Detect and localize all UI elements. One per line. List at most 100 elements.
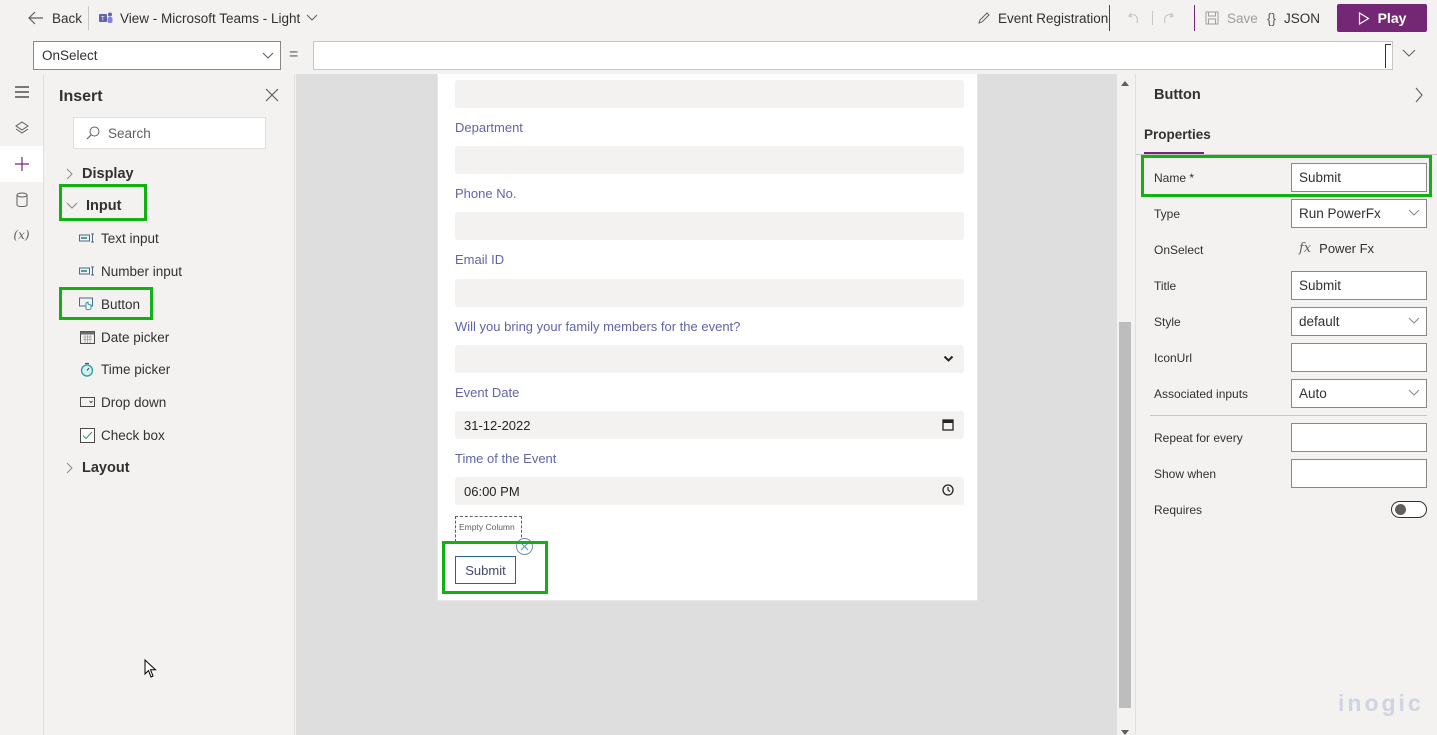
insert-time-picker[interactable]: Time picker xyxy=(79,358,170,380)
type-dropdown[interactable]: Run PowerFx xyxy=(1291,199,1427,228)
control-label: Time picker xyxy=(101,361,171,377)
play-button[interactable]: Play xyxy=(1337,4,1427,32)
dropdown-icon xyxy=(79,394,95,410)
canvas-scrollbar[interactable] xyxy=(1117,74,1135,735)
chevron-down-icon xyxy=(306,14,318,21)
redo-button[interactable] xyxy=(1161,0,1175,36)
iconurl-field[interactable] xyxy=(1291,343,1427,372)
control-label: Number input xyxy=(101,263,183,279)
mouse-cursor-icon xyxy=(144,659,157,678)
onselect-powerfx-link[interactable]: fx Power Fx xyxy=(1299,241,1374,256)
pencil-icon xyxy=(978,12,990,24)
field-value: Auto xyxy=(1299,386,1327,401)
form-field-name-input[interactable] xyxy=(455,80,964,108)
field-label-email: Email ID xyxy=(455,252,505,267)
tab-divider xyxy=(1136,154,1437,155)
field-value: Run PowerFx xyxy=(1299,206,1381,221)
insert-panel: Insert Search Display Input Text input N… xyxy=(44,74,295,735)
chevron-down-icon xyxy=(943,355,954,362)
prop-label-onselect: OnSelect xyxy=(1154,243,1204,257)
button-icon xyxy=(79,296,95,312)
teams-icon: T xyxy=(99,12,113,23)
field-value: 06:00 PM xyxy=(464,483,520,499)
field-value: Submit xyxy=(1299,170,1342,185)
category-input[interactable]: Input xyxy=(66,195,121,217)
department-input[interactable] xyxy=(455,146,964,174)
formula-input[interactable] xyxy=(313,41,1393,70)
app-name-button[interactable]: Event Registration xyxy=(977,0,1108,36)
insert-text-input[interactable]: Text input xyxy=(79,227,159,249)
hamburger-icon xyxy=(14,86,29,98)
category-label: Display xyxy=(82,166,134,182)
chevron-right-icon xyxy=(66,462,73,474)
insert-date-picker[interactable]: Date picker xyxy=(79,326,169,348)
field-value: 31-12-2022 xyxy=(464,417,531,433)
calendar-icon xyxy=(79,329,95,345)
property-dropdown[interactable]: OnSelect xyxy=(33,41,281,70)
close-icon[interactable] xyxy=(265,88,279,102)
control-label: Check box xyxy=(101,427,165,443)
chevron-right-icon xyxy=(66,168,73,180)
event-time-input[interactable]: 06:00 PM xyxy=(455,477,964,505)
chevron-down-icon xyxy=(262,52,274,59)
formula-resize-handle[interactable] xyxy=(1385,44,1391,68)
rail-menu-button[interactable] xyxy=(0,74,43,110)
scroll-down-arrow[interactable] xyxy=(1121,730,1129,735)
prop-label-associated-inputs: Associated inputs xyxy=(1154,387,1249,401)
email-input[interactable] xyxy=(455,279,964,307)
tab-properties[interactable]: Properties xyxy=(1144,127,1211,142)
rail-tree-view-button[interactable] xyxy=(0,110,43,146)
delete-element-button[interactable] xyxy=(516,538,533,555)
field-value: default xyxy=(1299,314,1340,329)
prop-label-show-when: Show when xyxy=(1154,467,1217,481)
control-label: Button xyxy=(101,296,141,312)
rail-data-button[interactable] xyxy=(0,182,43,218)
properties-panel: Button Properties Name * Submit Type Run… xyxy=(1135,74,1437,735)
show-when-field[interactable] xyxy=(1291,459,1427,488)
control-label: Text input xyxy=(101,230,159,246)
family-members-select[interactable] xyxy=(455,345,964,373)
json-button[interactable]: {} JSON xyxy=(1267,0,1320,36)
associated-inputs-dropdown[interactable]: Auto xyxy=(1291,379,1427,408)
empty-column-placeholder[interactable]: Empty Column xyxy=(455,516,522,542)
search-icon xyxy=(86,126,100,140)
divider xyxy=(1152,11,1153,25)
close-icon xyxy=(520,542,529,551)
field-value: Submit xyxy=(1299,278,1342,293)
phone-input[interactable] xyxy=(455,212,964,240)
expand-formula-icon[interactable] xyxy=(1401,47,1417,59)
scrollbar-thumb[interactable] xyxy=(1119,322,1131,708)
database-icon xyxy=(16,192,27,207)
search-input[interactable]: Search xyxy=(73,117,266,149)
chevron-down-icon xyxy=(1408,389,1420,396)
undo-button[interactable] xyxy=(1127,0,1141,36)
curly-braces-icon: {} xyxy=(1267,10,1277,26)
repeat-for-every-field[interactable] xyxy=(1291,423,1427,452)
rail-variables-button[interactable]: (x) xyxy=(0,217,43,253)
category-label: Layout xyxy=(82,460,130,476)
requires-toggle[interactable] xyxy=(1391,501,1427,518)
text-input-icon xyxy=(79,230,95,246)
control-label: Drop down xyxy=(101,394,167,410)
scroll-up-arrow[interactable] xyxy=(1121,81,1129,86)
rail-insert-button[interactable] xyxy=(0,146,43,182)
chevron-right-icon[interactable] xyxy=(1414,87,1424,103)
event-date-input[interactable]: 31-12-2022 xyxy=(455,411,964,439)
title-field[interactable]: Submit xyxy=(1291,271,1427,300)
view-theme-dropdown[interactable]: T View - Microsoft Teams - Light xyxy=(98,0,318,36)
app-name: Event Registration xyxy=(998,10,1109,26)
submit-button[interactable]: Submit xyxy=(455,556,516,584)
insert-check-box[interactable]: Check box xyxy=(79,424,165,446)
field-label-event-time: Time of the Event xyxy=(455,451,557,466)
insert-button[interactable]: Button xyxy=(79,293,140,315)
name-field[interactable]: Submit xyxy=(1291,163,1427,192)
style-dropdown[interactable]: default xyxy=(1291,307,1427,336)
control-label: Date picker xyxy=(101,329,170,345)
prop-label-style: Style xyxy=(1154,315,1181,329)
category-layout[interactable]: Layout xyxy=(66,457,130,479)
save-button[interactable]: Save xyxy=(1205,0,1258,36)
insert-drop-down[interactable]: Drop down xyxy=(79,391,166,413)
insert-number-input[interactable]: Number input xyxy=(79,260,182,282)
back-button[interactable]: Back xyxy=(28,0,82,36)
category-display[interactable]: Display xyxy=(66,163,134,185)
